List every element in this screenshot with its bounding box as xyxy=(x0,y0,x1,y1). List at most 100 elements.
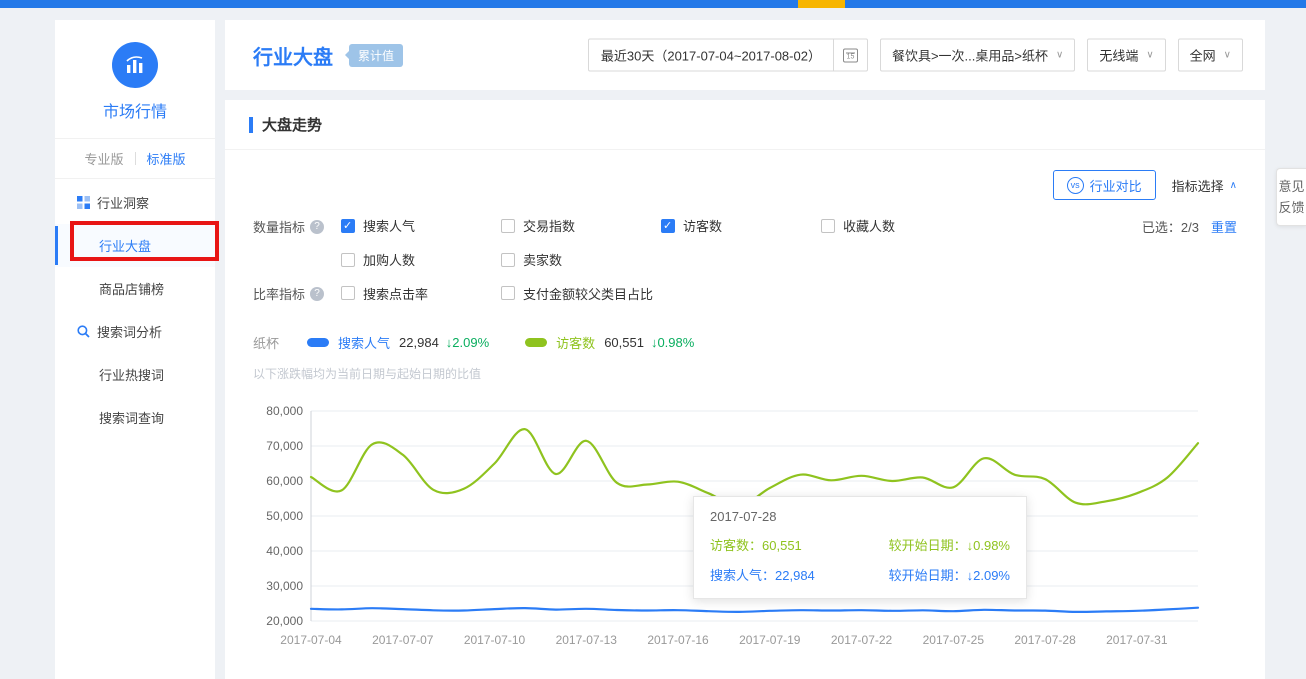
checkbox-add-cart-count[interactable]: 加购人数 xyxy=(341,250,501,269)
x-axis-tick-label: 2017-07-16 xyxy=(647,633,709,647)
section-title: 大盘走势 xyxy=(262,114,322,135)
category-label: 餐饮具>一次...桌用品>纸杯 xyxy=(892,46,1048,65)
tooltip-date: 2017-07-28 xyxy=(710,509,1010,524)
terminal-select[interactable]: 无线端 ∨ xyxy=(1087,39,1165,72)
sidebar-item-label: 行业热搜词 xyxy=(99,365,164,384)
indicator-filters: 数量指标 搜索人气 交易指数 访客数 xyxy=(225,200,1265,303)
app-title: 市场行情 xyxy=(55,98,215,122)
legend-item-search-popularity: 搜索人气 22,984 ↓2.09% xyxy=(307,333,489,352)
x-axis-tick-label: 2017-07-28 xyxy=(1014,633,1076,647)
chart-legend: 纸杯 搜索人气 22,984 ↓2.09% 访客数 60,551 ↓0.98% xyxy=(225,317,1265,352)
x-axis-tick-label: 2017-07-10 xyxy=(464,633,526,647)
y-axis-tick-label: 50,000 xyxy=(266,509,303,523)
legend-series-value: 60,551 xyxy=(604,335,644,350)
sidebar-item-industry-hot-words[interactable]: 行业热搜词 xyxy=(55,353,215,396)
checkbox-box[interactable] xyxy=(341,219,355,233)
tooltip-row-search: 搜索人气：22,984 较开始日期：↓2.09% xyxy=(710,565,1010,584)
calendar-button[interactable]: 15 xyxy=(833,40,867,71)
checkbox-seller-count[interactable]: 卖家数 xyxy=(501,250,661,269)
category-select[interactable]: 餐饮具>一次...桌用品>纸杯 ∨ xyxy=(880,39,1075,72)
x-axis-tick-label: 2017-07-22 xyxy=(831,633,893,647)
legend-swatch-blue xyxy=(307,338,329,347)
legend-item-visitor-count: 访客数 60,551 ↓0.98% xyxy=(525,333,694,352)
x-axis-tick-label: 2017-07-31 xyxy=(1106,633,1168,647)
reset-link[interactable]: 重置 xyxy=(1211,220,1237,235)
series-line-搜索人气 xyxy=(311,608,1198,612)
y-axis-tick-label: 20,000 xyxy=(266,614,303,628)
top-nav-bar xyxy=(0,0,1306,8)
x-axis-tick-label: 2017-07-04 xyxy=(280,633,342,647)
next-section-header: 子行业商品排行 xyxy=(225,651,1265,679)
quantity-indicator-label: 数量指标 xyxy=(253,217,341,236)
version-tabs: 专业版 标准版 xyxy=(55,138,215,179)
checkbox-label: 卖家数 xyxy=(523,250,562,269)
industry-compare-label: 行业对比 xyxy=(1090,176,1142,195)
tab-professional[interactable]: 专业版 xyxy=(73,149,134,168)
ratio-indicator-row: 比率指标 搜索点击率 支付金额较父类目占比 xyxy=(253,283,1237,303)
y-axis-tick-label: 70,000 xyxy=(266,439,303,453)
page-title: 行业大盘 xyxy=(253,41,333,70)
date-range-label: 最近30天（2017-07-04~2017-08-02） xyxy=(589,46,833,65)
checkbox-search-click-rate[interactable]: 搜索点击率 xyxy=(341,283,501,303)
top-nav-active-indicator xyxy=(798,0,845,8)
chevron-down-icon: ∨ xyxy=(1056,50,1063,61)
search-analysis-icon xyxy=(77,325,90,338)
indicator-select-toggle[interactable]: 指标选择 ∧ xyxy=(1172,176,1237,195)
x-axis-tick-label: 2017-07-25 xyxy=(923,633,985,647)
sidebar-item-search-word-query[interactable]: 搜索词查询 xyxy=(55,396,215,439)
checkbox-box[interactable] xyxy=(501,219,515,233)
help-icon[interactable] xyxy=(310,220,324,234)
sidebar-item-industry-insight[interactable]: 行业洞察 xyxy=(55,181,215,224)
checkbox-label: 收藏人数 xyxy=(843,216,895,235)
ratio-checkbox-grid: 搜索点击率 支付金额较父类目占比 xyxy=(341,283,981,303)
feedback-tab[interactable]: 意见 反馈 xyxy=(1276,168,1306,226)
checkbox-transaction-index[interactable]: 交易指数 xyxy=(501,216,661,235)
checkbox-box[interactable] xyxy=(341,286,355,300)
chart-toolbar: vs 行业对比 指标选择 ∧ xyxy=(225,150,1265,200)
selected-count-box: 已选：2/3重置 xyxy=(1142,217,1237,236)
sidebar-item-label: 搜索词查询 xyxy=(99,408,164,427)
trend-chart[interactable]: 20,00030,00040,00050,00060,00070,00080,0… xyxy=(253,396,1218,651)
checkbox-box[interactable] xyxy=(661,219,675,233)
legend-series-name: 访客数 xyxy=(556,333,595,352)
legend-series-change: ↓2.09% xyxy=(446,335,489,350)
help-icon[interactable] xyxy=(310,287,324,301)
date-range-picker[interactable]: 最近30天（2017-07-04~2017-08-02） 15 xyxy=(588,39,868,72)
checkbox-box[interactable] xyxy=(501,286,515,300)
sidebar-menu: 行业洞察 行业大盘 商品店铺榜 搜索词分析 行业热搜词 搜索词查询 xyxy=(55,179,215,439)
y-axis-tick-label: 60,000 xyxy=(266,474,303,488)
chevron-down-icon: ∨ xyxy=(1224,50,1231,61)
checkbox-search-popularity[interactable]: 搜索人气 xyxy=(341,216,501,235)
checkbox-box[interactable] xyxy=(501,253,515,267)
sidebar-item-label: 商品店铺榜 xyxy=(99,279,164,298)
industry-insight-icon xyxy=(77,196,90,209)
sidebar-item-search-word-analysis[interactable]: 搜索词分析 xyxy=(55,310,215,353)
page-header: 行业大盘 累计值 最近30天（2017-07-04~2017-08-02） 15… xyxy=(225,20,1265,90)
sidebar-item-product-shop-ranking[interactable]: 商品店铺榜 xyxy=(55,267,215,310)
legend-series-value: 22,984 xyxy=(399,335,439,350)
x-axis-tick-label: 2017-07-07 xyxy=(372,633,434,647)
y-axis-tick-label: 30,000 xyxy=(266,579,303,593)
checkbox-favorite-count[interactable]: 收藏人数 xyxy=(821,216,981,235)
y-axis-tick-label: 40,000 xyxy=(266,544,303,558)
sidebar-item-label: 行业大盘 xyxy=(99,236,151,255)
scope-select[interactable]: 全网 ∨ xyxy=(1178,39,1243,72)
trend-card: 大盘走势 vs 行业对比 指标选择 ∧ 数量指标 搜索 xyxy=(225,100,1265,679)
tab-standard[interactable]: 标准版 xyxy=(136,149,197,168)
x-axis-tick-label: 2017-07-13 xyxy=(556,633,618,647)
checkbox-box[interactable] xyxy=(821,219,835,233)
chart-tooltip: 2017-07-28 访客数：60,551 较开始日期：↓0.98% 搜索人气：… xyxy=(693,496,1027,599)
checkbox-box[interactable] xyxy=(341,253,355,267)
industry-compare-button[interactable]: vs 行业对比 xyxy=(1053,170,1156,200)
checkbox-payment-parent-ratio[interactable]: 支付金额较父类目占比 xyxy=(501,283,661,303)
checkbox-label: 支付金额较父类目占比 xyxy=(523,284,653,303)
sidebar-item-industry-dashboard[interactable]: 行业大盘 xyxy=(55,224,215,267)
quantity-indicator-row: 数量指标 搜索人气 交易指数 访客数 xyxy=(253,216,1237,269)
sidebar: 市场行情 专业版 标准版 行业洞察 行业大盘 商品店铺榜 搜索词分析 行业热搜词 xyxy=(55,20,215,679)
checkbox-label: 加购人数 xyxy=(363,250,415,269)
checkbox-label: 搜索人气 xyxy=(363,216,415,235)
section-header: 大盘走势 xyxy=(225,100,1265,150)
checkbox-visitor-count[interactable]: 访客数 xyxy=(661,216,821,235)
tooltip-row-visitors: 访客数：60,551 较开始日期：↓0.98% xyxy=(710,535,1010,554)
calendar-icon: 15 xyxy=(843,48,858,62)
